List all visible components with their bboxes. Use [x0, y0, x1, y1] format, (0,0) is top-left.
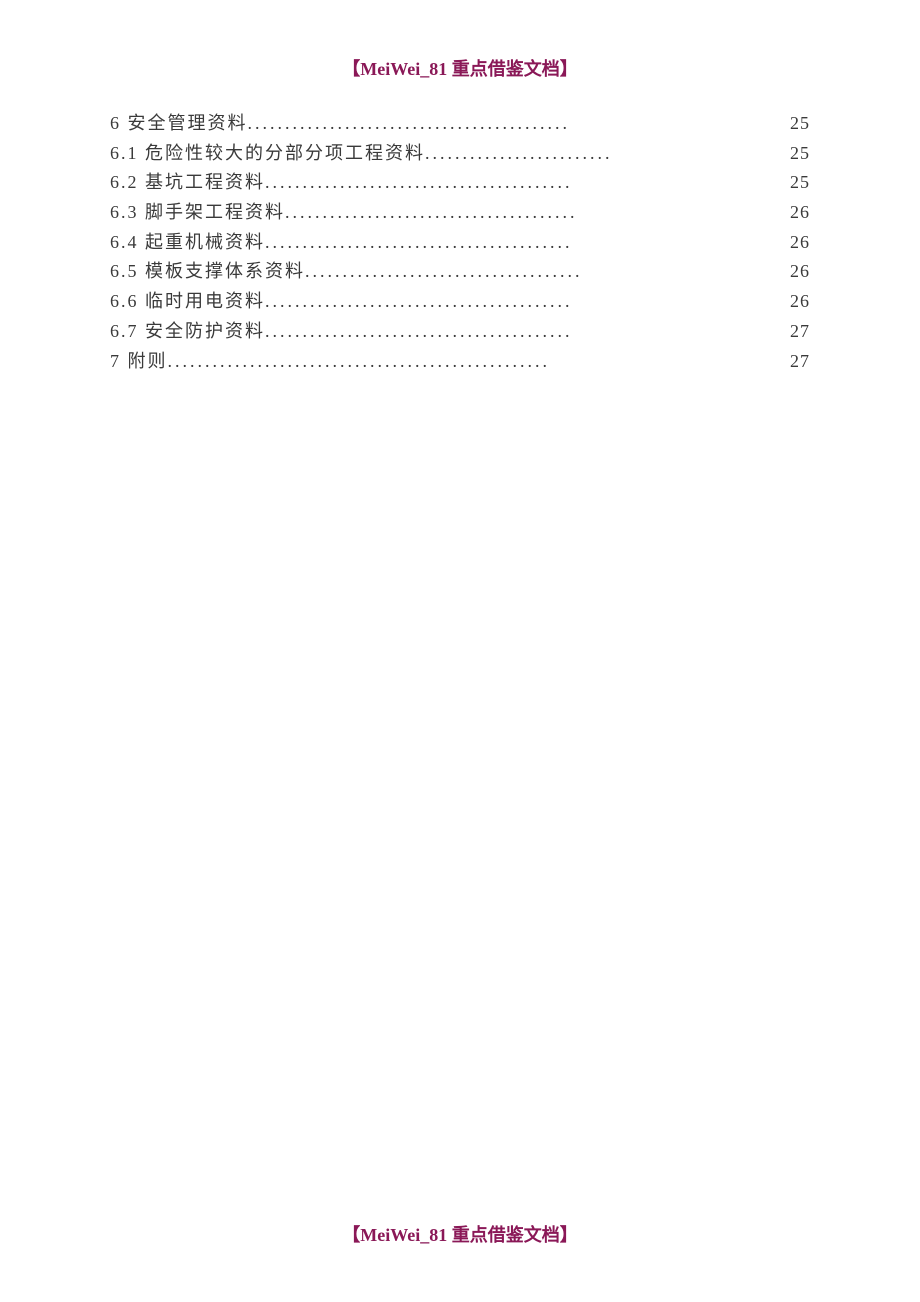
- toc-entry-title: 6.1 危险性较大的分部分项工程资料: [110, 139, 425, 169]
- toc-entry: 6 安全管理资料 ...............................…: [110, 109, 810, 139]
- toc-entry-page: 26: [790, 287, 810, 317]
- toc-dots: ........................................…: [248, 109, 791, 139]
- page-footer: 【MeiWei_81 重点借鉴文档】: [110, 1221, 810, 1247]
- toc-entry-page: 26: [790, 198, 810, 228]
- document-page: 【MeiWei_81 重点借鉴文档】 6 安全管理资料 ............…: [0, 0, 920, 1302]
- toc-entry: 6.7 安全防护资料 .............................…: [110, 317, 810, 347]
- header-title: 【MeiWei_81 重点借鉴文档】: [342, 59, 577, 79]
- toc-dots: ........................................…: [265, 317, 790, 347]
- toc-entry: 6.4 起重机械资料 .............................…: [110, 228, 810, 258]
- toc-entry-page: 25: [790, 109, 810, 139]
- toc-entry-page: 26: [790, 228, 810, 258]
- toc-dots: ........................................…: [265, 228, 790, 258]
- footer-title: 【MeiWei_81 重点借鉴文档】: [342, 1225, 577, 1245]
- toc-entry-title: 6.7 安全防护资料: [110, 317, 265, 347]
- toc-entry: 6.1 危险性较大的分部分项工程资料 .....................…: [110, 139, 810, 169]
- toc-entry-page: 26: [790, 257, 810, 287]
- toc-entry: 6.6 临时用电资料 .............................…: [110, 287, 810, 317]
- toc-entry: 7 附则 ...................................…: [110, 347, 810, 377]
- toc-dots: ........................................…: [168, 347, 791, 377]
- page-header: 【MeiWei_81 重点借鉴文档】: [110, 55, 810, 81]
- toc-entry-page: 27: [790, 317, 810, 347]
- toc-dots: .....................................: [305, 257, 790, 287]
- toc-entry-page: 25: [790, 139, 810, 169]
- table-of-contents: 6 安全管理资料 ...............................…: [110, 109, 810, 376]
- toc-dots: ........................................…: [265, 168, 790, 198]
- toc-entry-title: 7 附则: [110, 347, 168, 377]
- toc-entry: 6.3 脚手架工程资料 ............................…: [110, 198, 810, 228]
- toc-entry-title: 6 安全管理资料: [110, 109, 248, 139]
- toc-entry-page: 27: [790, 347, 810, 377]
- toc-entry-title: 6.6 临时用电资料: [110, 287, 265, 317]
- toc-entry-title: 6.3 脚手架工程资料: [110, 198, 285, 228]
- toc-entry-title: 6.5 模板支撑体系资料: [110, 257, 305, 287]
- toc-entry-title: 6.2 基坑工程资料: [110, 168, 265, 198]
- toc-dots: ........................................…: [265, 287, 790, 317]
- toc-dots: .........................: [425, 139, 790, 169]
- toc-entry-page: 25: [790, 168, 810, 198]
- toc-entry: 6.2 基坑工程资料 .............................…: [110, 168, 810, 198]
- toc-dots: .......................................: [285, 198, 790, 228]
- toc-entry: 6.5 模板支撑体系资料 ...........................…: [110, 257, 810, 287]
- toc-entry-title: 6.4 起重机械资料: [110, 228, 265, 258]
